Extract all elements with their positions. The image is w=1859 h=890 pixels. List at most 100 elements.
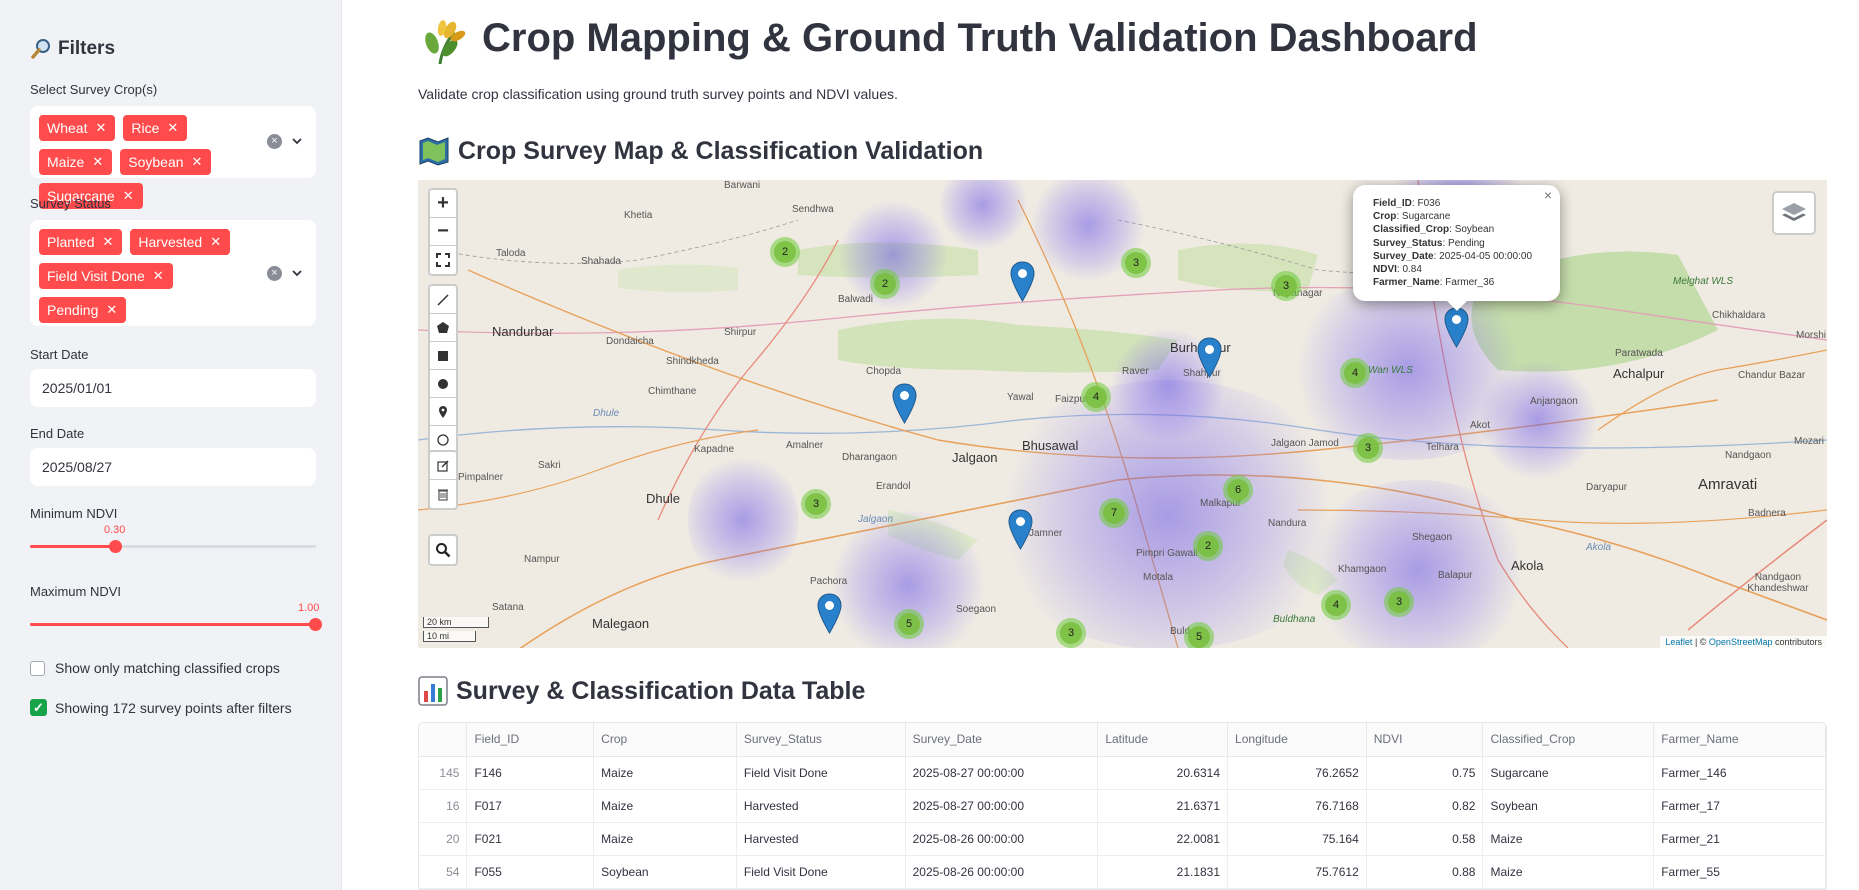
column-header-survey-status[interactable]: Survey_Status <box>736 723 906 757</box>
match-checkbox-row[interactable]: Show only matching classified crops <box>30 660 280 676</box>
map-place: Taloda <box>496 248 526 259</box>
column-header-crop[interactable]: Crop <box>593 723 737 757</box>
remove-icon[interactable]: ✕ <box>123 183 134 209</box>
leaflet-link[interactable]: Leaflet <box>1665 637 1692 647</box>
map-place: Mozari <box>1794 436 1825 447</box>
cluster-count: 3 <box>805 493 827 515</box>
cell-latitude: 22.0081 <box>1097 822 1229 856</box>
draw-polyline-button[interactable] <box>430 286 456 314</box>
column-header-farmer-name[interactable]: Farmer_Name <box>1653 723 1826 757</box>
map-marker-icon[interactable] <box>817 593 842 634</box>
heat-spot <box>1478 360 1598 480</box>
trash-icon <box>438 489 448 501</box>
clear-all-icon[interactable]: × <box>267 266 282 281</box>
map-cluster[interactable]: 7 <box>1099 498 1129 528</box>
layers-button[interactable] <box>1772 191 1816 235</box>
edit-layers-button[interactable] <box>430 452 456 480</box>
map-place: Chimthane <box>648 386 697 397</box>
remove-icon[interactable]: ✕ <box>167 115 178 141</box>
table-row[interactable]: 145 F146 Maize Field Visit Done 2025-08-… <box>419 756 1826 790</box>
draw-polygon-button[interactable] <box>430 314 456 342</box>
map-cluster[interactable]: 3 <box>1353 433 1383 463</box>
remove-icon[interactable]: ✕ <box>106 297 117 323</box>
start-date-input[interactable]: 2025/01/01 <box>30 369 316 407</box>
map-cluster[interactable]: 3 <box>1384 587 1414 617</box>
column-header-longitude[interactable]: Longitude <box>1227 723 1367 757</box>
match-checkbox[interactable] <box>30 660 45 676</box>
remove-icon[interactable]: ✕ <box>210 229 221 255</box>
map-cluster[interactable]: 2 <box>870 269 900 299</box>
crops-multiselect[interactable]: Wheat ✕ Rice ✕ Maize ✕ Soybean ✕ Sugarcane ✕ … <box>30 106 316 209</box>
map-cluster[interactable]: 5 <box>1184 622 1214 648</box>
status-tag-field-visit-done[interactable]: Field Visit Done ✕ <box>39 263 173 289</box>
map-cluster[interactable]: 6 <box>1223 475 1253 505</box>
map-marker-icon[interactable] <box>1197 337 1222 378</box>
map-cluster[interactable]: 5 <box>894 609 924 639</box>
map-cluster[interactable]: 2 <box>1193 531 1223 561</box>
slider-thumb[interactable] <box>309 618 322 631</box>
column-header-field-id[interactable]: Field_ID <box>466 723 595 757</box>
remove-icon[interactable]: ✕ <box>102 229 113 255</box>
map-search-button[interactable] <box>430 536 456 564</box>
slider-thumb[interactable] <box>109 540 122 553</box>
status-tag-planted[interactable]: Planted ✕ <box>39 229 123 255</box>
column-header-latitude[interactable]: Latitude <box>1097 723 1229 757</box>
map-cluster[interactable]: 4 <box>1340 358 1370 388</box>
min-ndvi-slider[interactable] <box>30 540 316 553</box>
map-cluster[interactable]: 3 <box>1121 248 1151 278</box>
map-place: Achalpur <box>1613 366 1665 381</box>
cluster-count: 2 <box>1197 535 1219 557</box>
map-marker-icon[interactable] <box>1444 307 1469 348</box>
column-header-index[interactable] <box>419 723 468 757</box>
delete-layers-button[interactable] <box>430 480 456 508</box>
column-header-survey-date[interactable]: Survey_Date <box>905 723 1099 757</box>
map-marker-icon[interactable] <box>1008 509 1033 550</box>
chevron-down-icon[interactable] <box>292 136 302 146</box>
remove-icon[interactable]: ✕ <box>153 263 164 289</box>
crop-tag-maize[interactable]: Maize ✕ <box>39 149 113 175</box>
map-marker-icon[interactable] <box>892 383 917 424</box>
map-cluster[interactable]: 4 <box>1321 590 1351 620</box>
table-row[interactable]: 54 F055 Soybean Field Visit Done 2025-08… <box>419 855 1826 889</box>
draw-circle-button[interactable] <box>430 370 456 398</box>
map-icon <box>419 137 449 166</box>
remove-icon[interactable]: ✕ <box>192 149 203 175</box>
column-header-ndvi[interactable]: NDVI <box>1366 723 1484 757</box>
table-row[interactable]: 16 F017 Maize Harvested 2025-08-27 00:00… <box>419 789 1826 823</box>
fullscreen-button[interactable] <box>430 246 456 274</box>
status-multiselect[interactable]: Planted ✕ Harvested ✕ Field Visit Done ✕ Pe… <box>30 220 316 326</box>
crop-survey-map[interactable]: Barwani Sendhwa Khetia Taloda Shahada Ba… <box>418 180 1827 648</box>
min-ndvi-label: Minimum NDVI <box>30 506 118 521</box>
crop-tag-soybean[interactable]: Soybean ✕ <box>120 149 212 175</box>
crop-tag-wheat[interactable]: Wheat ✕ <box>39 115 116 141</box>
end-date-input[interactable]: 2025/08/27 <box>30 448 316 486</box>
max-ndvi-slider[interactable] <box>30 618 322 631</box>
remove-icon[interactable]: ✕ <box>92 149 103 175</box>
zoom-out-button[interactable]: − <box>430 218 456 246</box>
map-cluster[interactable]: 2 <box>770 237 800 267</box>
draw-rectangle-button[interactable] <box>430 342 456 370</box>
draw-marker-button[interactable] <box>430 398 456 426</box>
popup-close-icon[interactable]: × <box>1544 188 1552 202</box>
map-cluster[interactable]: 3 <box>1056 618 1086 648</box>
layers-icon <box>1782 203 1806 221</box>
map-cluster[interactable]: 3 <box>801 489 831 519</box>
chevron-down-icon[interactable] <box>292 268 302 278</box>
osm-link[interactable]: OpenStreetMap <box>1709 637 1773 647</box>
clear-all-icon[interactable]: × <box>267 134 282 149</box>
map-place: Soegaon <box>956 604 997 615</box>
column-header-classified-crop[interactable]: Classified_Crop <box>1482 723 1655 757</box>
status-tag-harvested[interactable]: Harvested ✕ <box>130 229 231 255</box>
data-table[interactable]: Field_ID Crop Survey_Status Survey_Date … <box>418 722 1827 890</box>
map-cluster[interactable]: 4 <box>1081 382 1111 412</box>
table-row[interactable]: 20 F021 Maize Harvested 2025-08-26 00:00… <box>419 822 1826 856</box>
zoom-in-button[interactable]: + <box>430 190 456 218</box>
popup-value: Farmer_36 <box>1445 277 1495 289</box>
crop-tag-rice[interactable]: Rice ✕ <box>123 115 188 141</box>
status-tag-pending[interactable]: Pending ✕ <box>39 297 127 323</box>
cluster-count: 2 <box>774 241 796 263</box>
map-marker-icon[interactable] <box>1010 261 1035 302</box>
remove-icon[interactable]: ✕ <box>95 115 106 141</box>
map-cluster[interactable]: 3 <box>1271 271 1301 301</box>
cell-classified-crop: Maize <box>1482 855 1655 889</box>
